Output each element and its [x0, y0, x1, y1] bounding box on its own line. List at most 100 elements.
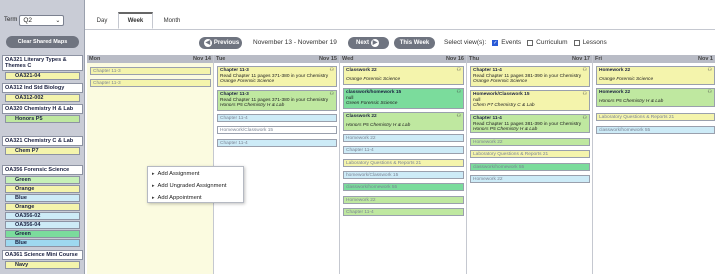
calendar-event[interactable]: Chapter 11-4 Read Chapter 11 pages 381-3… [470, 66, 590, 87]
day-header: Thu Nov 17 [467, 55, 592, 63]
share-icon: ⚇ [582, 67, 587, 73]
day-date: Nov 15 [318, 56, 337, 62]
calendar-event[interactable]: Chapter 11-4 Read Chapter 11 pages 381-3… [470, 114, 590, 133]
calendar-event[interactable]: Chapter 11-4 [217, 139, 337, 147]
class-section-item[interactable]: OA356-02 [5, 211, 80, 220]
class-group: OA321 Literary Types & Themes C OA321-04 [2, 55, 83, 80]
day-header: Wed Nov 16 [340, 55, 466, 63]
calendar-event[interactable]: Homework 22 Orange Forensic Science ⚇ [596, 66, 715, 85]
class-section-item[interactable]: Navy [5, 260, 80, 269]
calendar-event[interactable]: Laboratory Questions & Reports 21 [343, 159, 464, 167]
calendar-event[interactable]: Chapter 11-4 [343, 146, 464, 154]
calendar-event[interactable]: classwork/homework 55 [343, 183, 464, 191]
class-title: OA356 Forensic Science [2, 165, 83, 175]
calendar-event[interactable]: Homework/Classwork 15 [217, 126, 337, 134]
day-column-thu[interactable]: Thu Nov 17 Chapter 11-4 Read Chapter 11 … [467, 55, 593, 274]
previous-label: Previous [213, 40, 240, 46]
share-icon: ⚇ [456, 67, 461, 73]
day-header: Mon Nov 14 [87, 55, 213, 63]
term-selector-row: Term Q2 ⌄ [4, 14, 65, 26]
add-ungraded-assignment-menu-item[interactable]: ▸ Add Ungraded Assignment [148, 180, 243, 191]
day-column-fri[interactable]: Fri Nov 1 Homework 22 Orange Forensic Sc… [593, 55, 715, 274]
previous-button[interactable]: ◀ Previous [199, 37, 242, 49]
tab-week[interactable]: Week [118, 12, 153, 29]
class-section-item[interactable]: OA321-04 [5, 71, 80, 80]
day-date: Nov 14 [192, 56, 211, 62]
curriculum-checkbox[interactable] [527, 39, 534, 46]
calendar-event[interactable]: Classwork 22 Orange Forensic Science ⚇ [343, 66, 464, 85]
class-section-item[interactable]: OA312-002 [5, 93, 80, 102]
next-button[interactable]: Next ▶ [348, 37, 389, 49]
calendar-event[interactable]: Homework 22 [343, 196, 464, 204]
calendar-event[interactable]: Chapter 11-4 [217, 114, 337, 122]
view-tabs: Day Week Month [85, 0, 715, 30]
class-group: OA320 Chemistry H & Lab Honors P5 [2, 104, 83, 123]
calendar-event[interactable]: Homework 22 Honors P5 Chemistry H & Lab … [596, 88, 715, 107]
events-label: Events [501, 39, 522, 46]
share-icon: ⚇ [456, 113, 461, 119]
calendar-event[interactable]: Homework 22 [470, 138, 590, 146]
calendar-event[interactable]: classwork/homework 55 [596, 126, 715, 134]
day-column-tue[interactable]: Tue Nov 15 Chapter 11-3 Read Chapter 11 … [214, 55, 340, 274]
calendar-event[interactable]: Laboratory Questions & Reports 21 [596, 113, 715, 121]
class-section-item[interactable]: Blue [5, 238, 80, 247]
calendar-event[interactable]: Chapter 11-3 [90, 79, 211, 87]
week-nav-bar: ◀ Previous November 13 - November 19 Nex… [85, 35, 715, 51]
events-checkbox[interactable]: ✓ [492, 39, 499, 46]
class-section-item[interactable]: Orange [5, 184, 80, 193]
week-calendar: Mon Nov 14 Chapter 11-3 Chapter 11-3 Tue… [87, 55, 715, 274]
class-group: OA361 Science Mini Course Navy [2, 250, 83, 269]
class-section-item[interactable]: Green [5, 229, 80, 238]
class-title: OA321 Literary Types & Themes C [2, 55, 83, 71]
class-section-item[interactable]: Green [5, 175, 80, 184]
calendar-event[interactable]: Chapter 11-3 [90, 67, 211, 75]
class-section-item[interactable]: Orange [5, 202, 80, 211]
this-week-button[interactable]: This Week [394, 37, 435, 49]
calendar-event[interactable]: Chapter 11-3 Read Chapter 11 pages 371-3… [217, 90, 337, 111]
arrow-left-icon: ◀ [203, 39, 212, 47]
day-name: Fri [595, 56, 603, 62]
calendar-event[interactable]: Homework 22 [343, 134, 464, 142]
curriculum-label: Curriculum [536, 39, 568, 46]
select-views-label: Select view(s): [444, 39, 487, 46]
term-value: Q2 [23, 16, 33, 24]
share-icon: ⚇ [456, 89, 461, 95]
class-group: OA312 Ind Std Biology OA312-002 [2, 83, 83, 102]
class-section-item[interactable]: Blue [5, 193, 80, 202]
class-section-item[interactable]: OA356-04 [5, 220, 80, 229]
calendar-event[interactable]: homework/Classwork 15 [343, 171, 464, 179]
calendar-event[interactable]: Homework/Classwork 15 null Chem P7 Chemi… [470, 90, 590, 111]
lessons-checkbox[interactable] [573, 39, 580, 46]
day-header: Tue Nov 15 [214, 55, 339, 63]
calendar-event[interactable]: Laboratory Questions & Reports 21 [470, 150, 590, 158]
day-date: Nov 16 [445, 56, 464, 62]
class-section-item[interactable]: Chem P7 [5, 146, 80, 155]
calendar-event[interactable]: Chapter 11-3 Read Chapter 11 pages 371-3… [217, 66, 337, 87]
add-appointment-menu-item[interactable]: ▸ Add Appointment [148, 192, 243, 203]
clear-shared-maps-button[interactable]: Clear Shared Maps [6, 36, 79, 48]
day-name: Tue [216, 56, 226, 62]
day-column-wed[interactable]: Wed Nov 16 Classwork 22 Orange Forensic … [340, 55, 467, 274]
add-assignment-menu-item[interactable]: ▸ Add Assignment [148, 168, 243, 179]
tab-day[interactable]: Day [91, 12, 113, 29]
class-title: OA312 Ind Std Biology [2, 83, 83, 93]
date-range: November 13 - November 19 [253, 39, 337, 46]
day-column-mon[interactable]: Mon Nov 14 Chapter 11-3 Chapter 11-3 [87, 55, 214, 274]
class-section-item[interactable]: Honors P5 [5, 114, 80, 123]
view-selector: Select view(s): ✓ Events Curriculum Less… [444, 39, 607, 46]
calendar-event[interactable]: Classwork 22 Honors P5 Chemistry H & Lab… [343, 112, 464, 131]
class-group: OA356 Forensic Science Green Orange Blue… [2, 165, 83, 247]
calendar-event[interactable]: Chapter 11-4 [343, 208, 464, 216]
calendar-event[interactable]: Homework 22 [470, 175, 590, 183]
calendar-event[interactable]: classwork/homework 55 [470, 163, 590, 171]
term-select[interactable]: Q2 ⌄ [19, 14, 65, 26]
caret-right-icon: ▸ [152, 194, 155, 201]
term-label: Term [4, 17, 18, 23]
day-header: Fri Nov 1 [593, 55, 715, 63]
caret-right-icon: ▸ [152, 182, 155, 189]
tab-month[interactable]: Month [157, 12, 187, 29]
day-date: Nov 1 [698, 56, 713, 62]
calendar-event[interactable]: classwork/homework 15 null Green Forensi… [343, 88, 464, 109]
chevron-down-icon: ⌄ [55, 17, 61, 24]
day-name: Mon [89, 56, 101, 62]
